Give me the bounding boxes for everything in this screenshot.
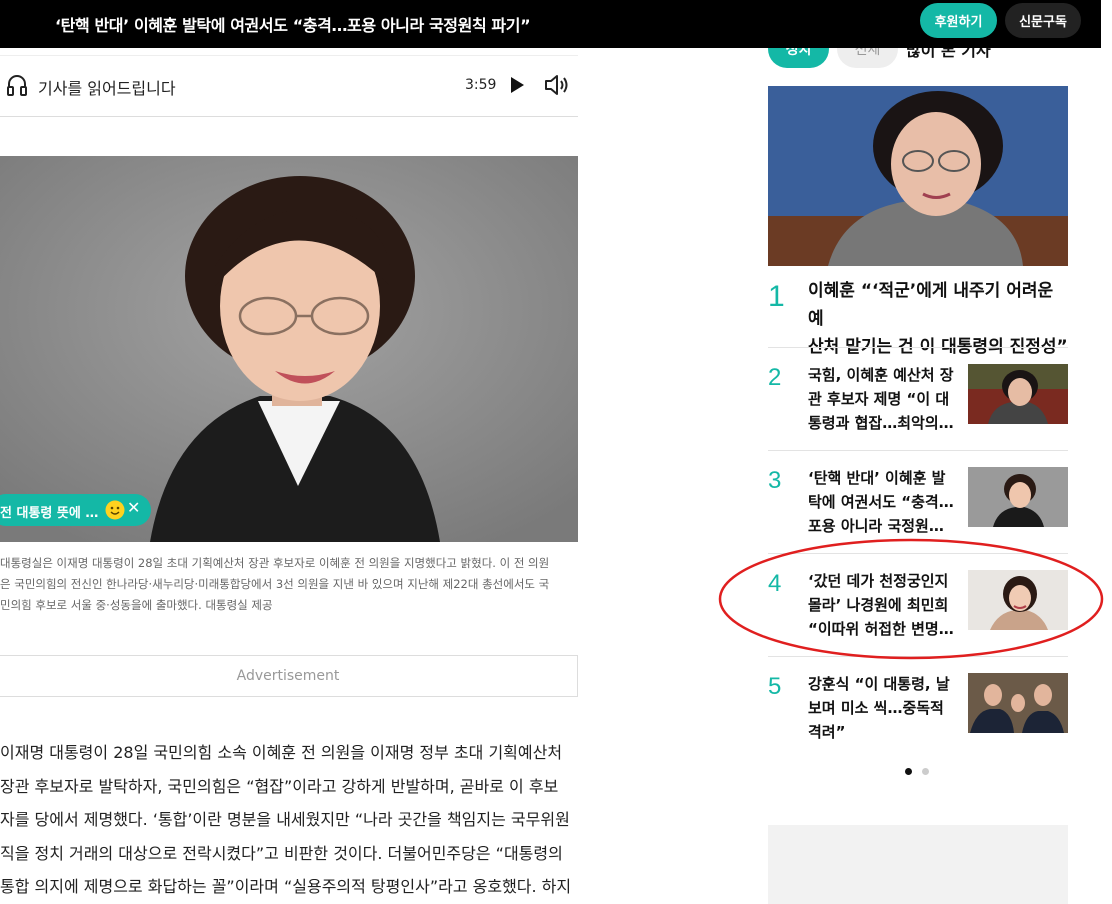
rank-number: 4 — [768, 570, 782, 597]
title-line: 탁에 여권서도 “충격… — [808, 493, 954, 511]
article-thumbnail[interactable] — [968, 673, 1068, 733]
header-edge — [1101, 0, 1112, 48]
headphones-icon[interactable] — [6, 73, 28, 97]
audio-player: 기사를 읽어드립니다 3:59 — [0, 55, 578, 117]
divider — [768, 347, 1068, 348]
article-thumbnail[interactable] — [968, 364, 1068, 424]
divider — [768, 553, 1068, 554]
ranked-article-link[interactable]: ‘갔던 데가 천정궁인지 몰라’ 나경원에 최민희 “이따위 허접한 변명… — [808, 569, 958, 641]
title-line: 관 후보자 제명 “이 대 — [808, 390, 950, 408]
title-line: 이혜훈 “‘적군’에게 내주기 어려운 예 — [808, 281, 1054, 329]
divider — [768, 450, 1068, 451]
ranked-article-link[interactable]: 이혜훈 “‘적군’에게 내주기 어려운 예 산처 맡기는 건 이 대통령의 진정… — [808, 277, 1068, 361]
title-line: 국힘, 이혜훈 예산처 장 — [808, 366, 954, 384]
audio-duration: 3:59 — [465, 77, 497, 93]
thumbnail-image — [968, 364, 1068, 424]
title-line: 통령과 협잡…최악의… — [808, 414, 954, 432]
close-icon[interactable]: ✕ — [127, 498, 140, 517]
thumbnail-image — [968, 673, 1068, 733]
play-icon[interactable] — [508, 74, 526, 96]
sidebar-ad-slot[interactable] — [768, 825, 1068, 904]
divider — [768, 656, 1068, 657]
paragraph-line: 자를 당에서 제명했다. ‘통합’이란 명분을 내세웠지만 “나라 곳간을 책임… — [0, 810, 570, 829]
pagination-dot[interactable] — [922, 768, 930, 775]
advertisement-banner[interactable]: Advertisement — [0, 655, 578, 697]
title-line: ‘갔던 데가 천정궁인지 — [808, 572, 949, 590]
article-photo — [0, 156, 578, 542]
paragraph-line: 이재명 대통령이 28일 국민의힘 소속 이혜훈 전 의원을 이재명 정부 초대… — [0, 743, 563, 762]
thumbnail-image — [968, 467, 1068, 527]
pagination-dots — [905, 760, 934, 779]
support-button[interactable]: 후원하기 — [920, 3, 997, 38]
paragraph-line: 통합 의지에 제명으로 화답하는 꼴”이라며 “실용주의적 탕평인사”라고 옹호… — [0, 877, 572, 896]
rank-number: 3 — [768, 467, 782, 494]
featured-article-image[interactable] — [768, 86, 1068, 266]
title-line: 강훈식 “이 대통령, 날 — [808, 675, 950, 693]
rank-number: 1 — [768, 280, 785, 313]
title-line: 보며 미소 씩…중독적 — [808, 699, 944, 717]
caption-line: 민의힘 후보로 서울 중·성동을에 출마했다. 대통령실 제공 — [0, 598, 273, 612]
title-line: 포용 아니라 국정원… — [808, 517, 944, 535]
ranked-article-link[interactable]: 강훈식 “이 대통령, 날 보며 미소 씩…중독적 격려” — [808, 672, 958, 744]
caption-line: 은 국민의힘의 전신인 한나라당·새누리당·미래통합당에서 3선 의원을 지낸 … — [0, 577, 550, 591]
ranked-article-link[interactable]: 국힘, 이혜훈 예산처 장 관 후보자 제명 “이 대 통령과 협잡…최악의… — [808, 363, 958, 435]
article-thumbnail[interactable] — [968, 467, 1068, 527]
featured-photo — [768, 86, 1068, 266]
thumbnail-image — [968, 570, 1068, 630]
audio-label[interactable]: 기사를 읽어드립니다 — [38, 75, 176, 99]
title-line: 몰라’ 나경원에 최민희 — [808, 596, 949, 614]
ranked-article-link[interactable]: ‘탄핵 반대’ 이혜훈 발 탁에 여권서도 “충격… 포용 아니라 국정원… — [808, 466, 958, 538]
caption-line: 대통령실은 이재명 대통령이 28일 초대 기획예산처 장관 후보자로 이혜훈 … — [0, 556, 550, 570]
title-line: ‘탄핵 반대’ 이혜훈 발 — [808, 469, 946, 487]
paragraph-line: 장관 후보자로 발탁하자, 국민의힘은 “협잡”이라고 강하게 반발하며, 곧바… — [0, 776, 559, 796]
pagination-dot-active[interactable] — [905, 768, 912, 775]
title-line: “이따위 허접한 변명… — [808, 620, 954, 638]
rank-number: 5 — [768, 673, 782, 700]
photo-caption: 대통령실은 이재명 대통령이 28일 초대 기획예산처 장관 후보자로 이혜훈 … — [0, 553, 578, 616]
subscribe-button[interactable]: 신문구독 — [1005, 3, 1081, 38]
title-line: 격려” — [808, 723, 846, 741]
smile-emoji-icon[interactable] — [105, 500, 125, 520]
reaction-chip[interactable]: 전 대통령 뜻에 … ✕ — [0, 494, 151, 526]
article-body: 이재명 대통령이 28일 국민의힘 소속 이혜훈 전 의원을 이재명 정부 초대… — [0, 736, 590, 904]
rank-number: 2 — [768, 364, 782, 391]
chip-text: 전 대통령 뜻에 … — [0, 506, 99, 521]
article-thumbnail[interactable] — [968, 570, 1068, 630]
paragraph-line: 직을 정치 거래의 대상으로 전락시켰다”고 비판한 것이다. 더불어민주당은 … — [0, 843, 563, 863]
portrait-image — [0, 156, 578, 542]
volume-icon[interactable] — [543, 72, 571, 98]
sticky-headline[interactable]: ‘탄핵 반대’ 이혜훈 발탁에 여권서도 “충격…포용 아니라 국정원칙 파기” — [55, 12, 531, 36]
